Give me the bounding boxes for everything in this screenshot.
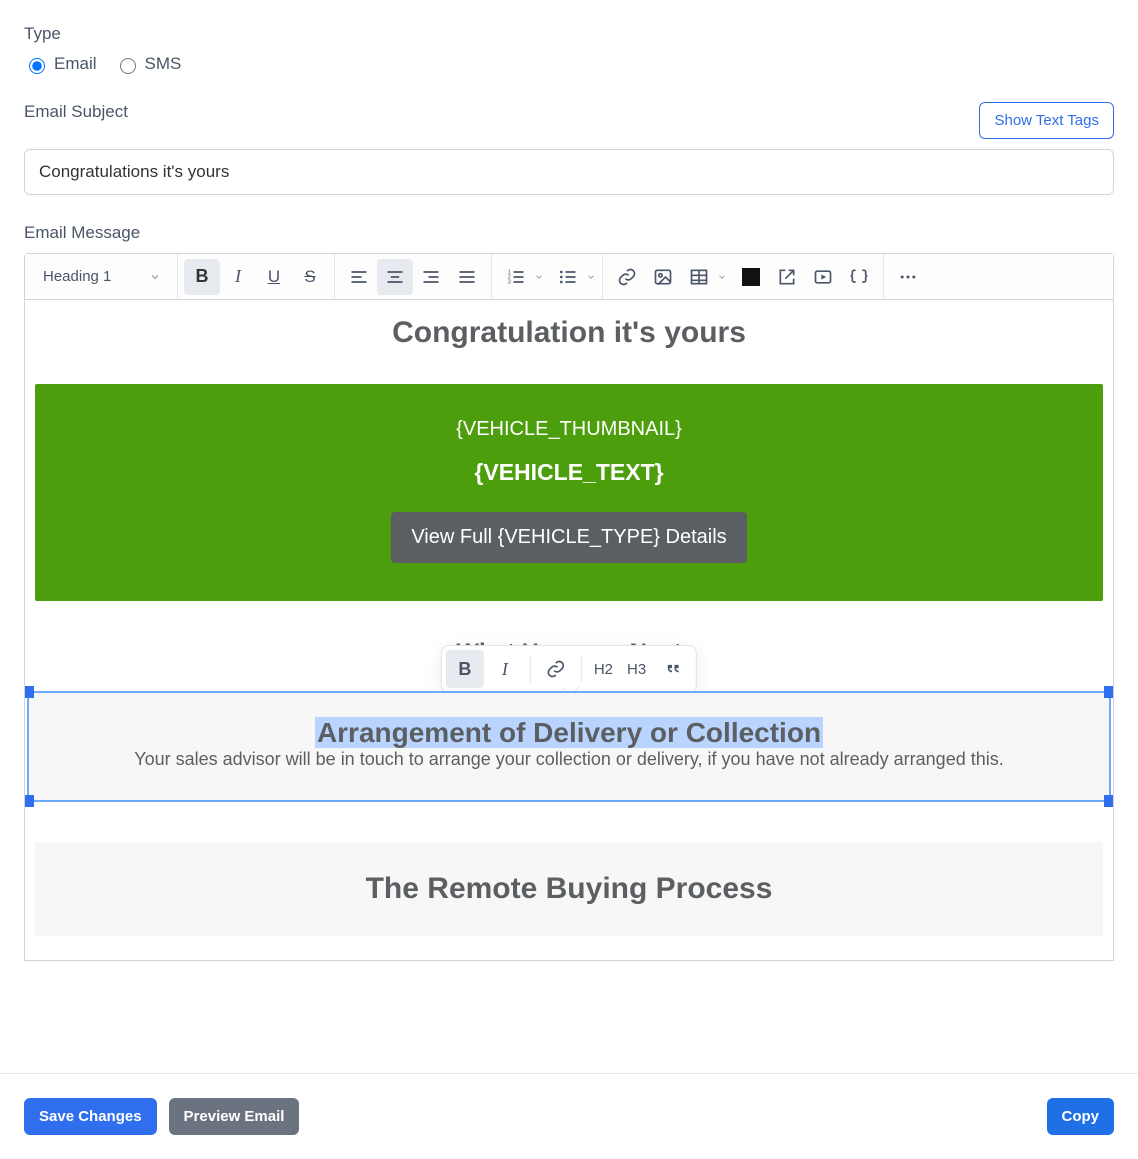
email-message-label: Email Message [24, 223, 1114, 243]
video-icon [813, 267, 833, 287]
text-color-button[interactable] [733, 259, 769, 295]
save-changes-button[interactable]: Save Changes [24, 1098, 157, 1135]
type-option-sms-label: SMS [145, 54, 182, 74]
strikethrough-button[interactable]: S [292, 259, 328, 295]
chevron-down-icon[interactable] [717, 271, 727, 283]
view-vehicle-details-button[interactable]: View Full {VEHICLE_TYPE} Details [391, 512, 746, 563]
email-subject-input[interactable] [24, 149, 1114, 195]
quote-icon [663, 659, 683, 679]
color-swatch-icon [742, 268, 760, 286]
bold-button[interactable]: B [184, 259, 220, 295]
external-link-button[interactable] [769, 259, 805, 295]
link-button[interactable] [609, 259, 645, 295]
more-button[interactable] [890, 259, 926, 295]
video-button[interactable] [805, 259, 841, 295]
resize-handle[interactable] [25, 795, 34, 807]
page-footer: Save Changes Preview Email Copy [0, 1073, 1138, 1159]
italic-icon: I [502, 659, 508, 680]
vehicle-thumbnail-placeholder: {VEHICLE_THUMBNAIL} [55, 418, 1083, 441]
type-option-sms[interactable]: SMS [115, 54, 182, 74]
bold-icon: B [196, 266, 209, 287]
align-center-icon [385, 267, 405, 287]
ordered-list-icon: 123 [506, 267, 526, 287]
bold-icon: B [458, 659, 471, 680]
rich-text-editor: Heading 1 B I U S [24, 253, 1114, 961]
link-icon [617, 267, 637, 287]
inline-format-toolbar: B I H2 H3 [441, 645, 697, 693]
align-right-icon [421, 267, 441, 287]
resize-handle[interactable] [1104, 686, 1113, 698]
image-icon [653, 267, 673, 287]
ordered-list-button[interactable]: 123 [498, 259, 534, 295]
image-button[interactable] [645, 259, 681, 295]
editor-toolbar: Heading 1 B I U S [25, 254, 1113, 300]
code-button[interactable] [841, 259, 877, 295]
underline-button[interactable]: U [256, 259, 292, 295]
align-right-button[interactable] [413, 259, 449, 295]
editor-content[interactable]: Congratulation it's yours {VEHICLE_THUMB… [25, 300, 1113, 960]
code-brackets-icon [849, 267, 869, 287]
italic-button[interactable]: I [220, 259, 256, 295]
resize-handle[interactable] [1104, 795, 1113, 807]
mini-bold-button[interactable]: B [446, 650, 484, 688]
table-button[interactable] [681, 259, 717, 295]
type-option-email-label: Email [54, 54, 97, 74]
remote-heading: The Remote Buying Process [55, 872, 1083, 906]
external-link-icon [777, 267, 797, 287]
unordered-list-button[interactable] [550, 259, 586, 295]
align-center-button[interactable] [377, 259, 413, 295]
chevron-down-icon[interactable] [534, 271, 544, 283]
align-left-button[interactable] [341, 259, 377, 295]
paragraph-style-value: Heading 1 [43, 268, 111, 285]
vehicle-text-placeholder: {VEHICLE_TEXT} [55, 459, 1083, 486]
mini-h3-button[interactable]: H3 [621, 661, 652, 678]
type-radio-group: Email SMS [24, 54, 1114, 74]
mini-quote-button[interactable] [654, 650, 692, 688]
italic-icon: I [235, 266, 241, 287]
type-radio-email[interactable] [29, 58, 45, 74]
content-heading: Congratulation it's yours [35, 316, 1103, 350]
svg-text:3: 3 [508, 279, 511, 285]
copy-button[interactable]: Copy [1047, 1098, 1115, 1135]
align-justify-icon [457, 267, 477, 287]
type-label: Type [24, 24, 1114, 44]
more-icon [898, 267, 918, 287]
strikethrough-icon: S [304, 267, 315, 287]
separator [530, 655, 531, 683]
type-option-email[interactable]: Email [24, 54, 97, 74]
align-left-icon [349, 267, 369, 287]
separator [581, 655, 582, 683]
show-text-tags-button[interactable]: Show Text Tags [979, 102, 1114, 139]
email-subject-label: Email Subject [24, 102, 128, 122]
mini-italic-button[interactable]: I [486, 650, 524, 688]
remote-buying-block: The Remote Buying Process [35, 842, 1103, 936]
type-radio-sms[interactable] [120, 58, 136, 74]
preview-email-button[interactable]: Preview Email [169, 1098, 300, 1135]
unordered-list-icon [558, 267, 578, 287]
underline-icon: U [268, 267, 280, 287]
chevron-down-icon[interactable] [586, 271, 596, 283]
arrangement-heading: Arrangement of Delivery or Collection [315, 717, 823, 748]
mini-h2-button[interactable]: H2 [588, 661, 619, 678]
table-icon [689, 267, 709, 287]
selected-block[interactable]: Arrangement of Delivery or Collection Yo… [27, 691, 1111, 802]
align-justify-button[interactable] [449, 259, 485, 295]
resize-handle[interactable] [25, 686, 34, 698]
vehicle-card: {VEHICLE_THUMBNAIL} {VEHICLE_TEXT} View … [35, 384, 1103, 601]
paragraph-style-select[interactable]: Heading 1 [31, 268, 171, 285]
chevron-down-icon [149, 271, 161, 283]
arrangement-body: Your sales advisor will be in touch to a… [49, 749, 1089, 770]
link-icon [546, 659, 566, 679]
